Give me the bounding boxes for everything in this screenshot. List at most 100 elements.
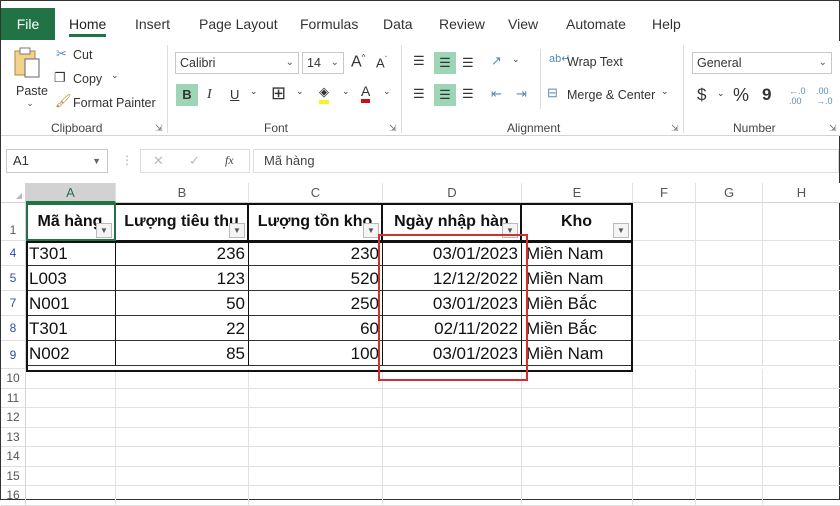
- bottom-align-icon[interactable]: ☰: [462, 55, 474, 71]
- empty-cell[interactable]: [763, 341, 840, 366]
- empty-cell[interactable]: [116, 447, 249, 467]
- column-header-h[interactable]: H: [763, 183, 840, 203]
- empty-cell[interactable]: [249, 447, 383, 467]
- empty-cell[interactable]: [249, 369, 383, 389]
- column-header-c[interactable]: C: [249, 183, 383, 203]
- row-header-5[interactable]: 5: [1, 266, 26, 291]
- table-cell[interactable]: 85: [116, 341, 249, 366]
- empty-cell[interactable]: [26, 408, 116, 428]
- align-left-icon[interactable]: ☰: [413, 86, 425, 102]
- drag-handle-icon[interactable]: ⋮: [121, 153, 133, 167]
- empty-cell[interactable]: [633, 447, 696, 467]
- empty-cell[interactable]: [383, 466, 522, 486]
- empty-cell[interactable]: [633, 266, 696, 291]
- name-box[interactable]: A1 ▼: [6, 149, 108, 173]
- filter-dropdown-icon[interactable]: ▼: [502, 223, 518, 238]
- underline-dropdown-icon[interactable]: ⌄: [250, 86, 258, 97]
- empty-cell[interactable]: [633, 291, 696, 316]
- empty-cell[interactable]: [763, 408, 840, 428]
- align-center-icon[interactable]: ☰: [434, 84, 456, 106]
- filter-dropdown-icon[interactable]: ▼: [229, 223, 245, 238]
- empty-cell[interactable]: [696, 341, 763, 366]
- tab-page-layout[interactable]: Page Layout: [199, 8, 278, 40]
- column-header-d[interactable]: D: [383, 183, 522, 203]
- percent-button[interactable]: %: [733, 85, 749, 106]
- empty-cell[interactable]: [696, 466, 763, 486]
- row-header-1[interactable]: 1: [1, 203, 26, 241]
- row-header-9[interactable]: 9: [1, 341, 26, 369]
- empty-cell[interactable]: [383, 369, 522, 389]
- merge-dropdown-icon[interactable]: ⌄: [661, 86, 669, 97]
- empty-cell[interactable]: [522, 427, 633, 447]
- select-all-corner[interactable]: ◢: [1, 183, 26, 203]
- increase-font-icon[interactable]: A^: [351, 53, 365, 71]
- empty-cell[interactable]: [696, 427, 763, 447]
- empty-cell[interactable]: [522, 408, 633, 428]
- number-format-select[interactable]: General ⌄: [692, 52, 832, 74]
- empty-cell[interactable]: [26, 447, 116, 467]
- filter-dropdown-icon[interactable]: ▼: [363, 223, 379, 238]
- table-cell[interactable]: N002: [26, 341, 116, 366]
- empty-cell[interactable]: [763, 467, 840, 486]
- cut-button[interactable]: Cut: [73, 48, 92, 62]
- align-right-icon[interactable]: ☰: [462, 86, 474, 102]
- font-size-select[interactable]: 14 ⌄: [302, 52, 344, 74]
- table-header-cell[interactable]: Ngày nhập hàn ▼: [383, 203, 522, 241]
- tab-insert[interactable]: Insert: [135, 8, 170, 40]
- row-header-13[interactable]: 13: [1, 427, 26, 447]
- font-launcher-icon[interactable]: ⇲: [389, 123, 397, 134]
- middle-align-icon[interactable]: ☰: [434, 52, 456, 74]
- row-header-12[interactable]: 12: [1, 408, 26, 428]
- italic-button[interactable]: I: [207, 87, 212, 103]
- row-header-11[interactable]: 11: [1, 388, 26, 408]
- empty-cell[interactable]: [763, 369, 840, 389]
- decrease-indent-icon[interactable]: ⇤: [491, 86, 502, 102]
- tab-formulas[interactable]: Formulas: [300, 8, 358, 40]
- row-header-15[interactable]: 15: [1, 466, 26, 486]
- table-cell[interactable]: T301: [26, 241, 116, 266]
- empty-cell[interactable]: [633, 466, 696, 486]
- empty-cell[interactable]: [116, 388, 249, 408]
- row-header-4[interactable]: 4: [1, 241, 26, 266]
- table-header-cell[interactable]: Kho ▼: [522, 203, 633, 241]
- column-header-b[interactable]: B: [116, 183, 249, 203]
- table-cell[interactable]: 22: [116, 316, 249, 341]
- empty-cell[interactable]: [633, 388, 696, 408]
- empty-cell[interactable]: [26, 466, 116, 486]
- clipboard-launcher-icon[interactable]: ⇲: [155, 123, 163, 134]
- table-cell[interactable]: Miền Nam: [522, 341, 633, 366]
- table-cell[interactable]: 230: [249, 241, 383, 266]
- table-header-cell[interactable]: Lượng tiêu thụ ▼: [116, 203, 249, 241]
- empty-cell[interactable]: [696, 447, 763, 467]
- insert-function-icon[interactable]: fx: [225, 153, 234, 168]
- table-cell[interactable]: 12/12/2022: [383, 266, 522, 291]
- row-header-14[interactable]: 14: [1, 447, 26, 467]
- empty-cell[interactable]: [383, 408, 522, 428]
- empty-cell[interactable]: [249, 427, 383, 447]
- row-header-16[interactable]: 16: [1, 486, 26, 506]
- empty-cell[interactable]: [383, 486, 522, 506]
- copy-dropdown-icon[interactable]: ⌄: [111, 70, 119, 81]
- formula-input[interactable]: Mã hàng: [253, 149, 839, 173]
- table-cell[interactable]: 100: [249, 341, 383, 366]
- empty-cell[interactable]: [763, 486, 840, 506]
- filter-dropdown-icon[interactable]: ▼: [613, 223, 629, 238]
- table-cell[interactable]: Miền Nam: [522, 266, 633, 291]
- empty-cell[interactable]: [249, 388, 383, 408]
- empty-cell[interactable]: [383, 427, 522, 447]
- table-cell[interactable]: Miền Bắc: [522, 291, 633, 316]
- table-cell[interactable]: Miền Nam: [522, 241, 633, 266]
- empty-cell[interactable]: [696, 369, 763, 389]
- table-cell[interactable]: 123: [116, 266, 249, 291]
- empty-cell[interactable]: [696, 203, 763, 241]
- fill-color-dropdown-icon[interactable]: ⌄: [342, 86, 350, 97]
- empty-cell[interactable]: [633, 341, 696, 366]
- empty-cell[interactable]: [633, 486, 696, 506]
- table-cell[interactable]: 520: [249, 266, 383, 291]
- empty-cell[interactable]: [696, 388, 763, 408]
- table-cell[interactable]: L003: [26, 266, 116, 291]
- empty-cell[interactable]: [383, 447, 522, 467]
- empty-cell[interactable]: [763, 447, 840, 467]
- bold-button[interactable]: B: [176, 84, 198, 106]
- row-header-10[interactable]: 10: [1, 369, 26, 389]
